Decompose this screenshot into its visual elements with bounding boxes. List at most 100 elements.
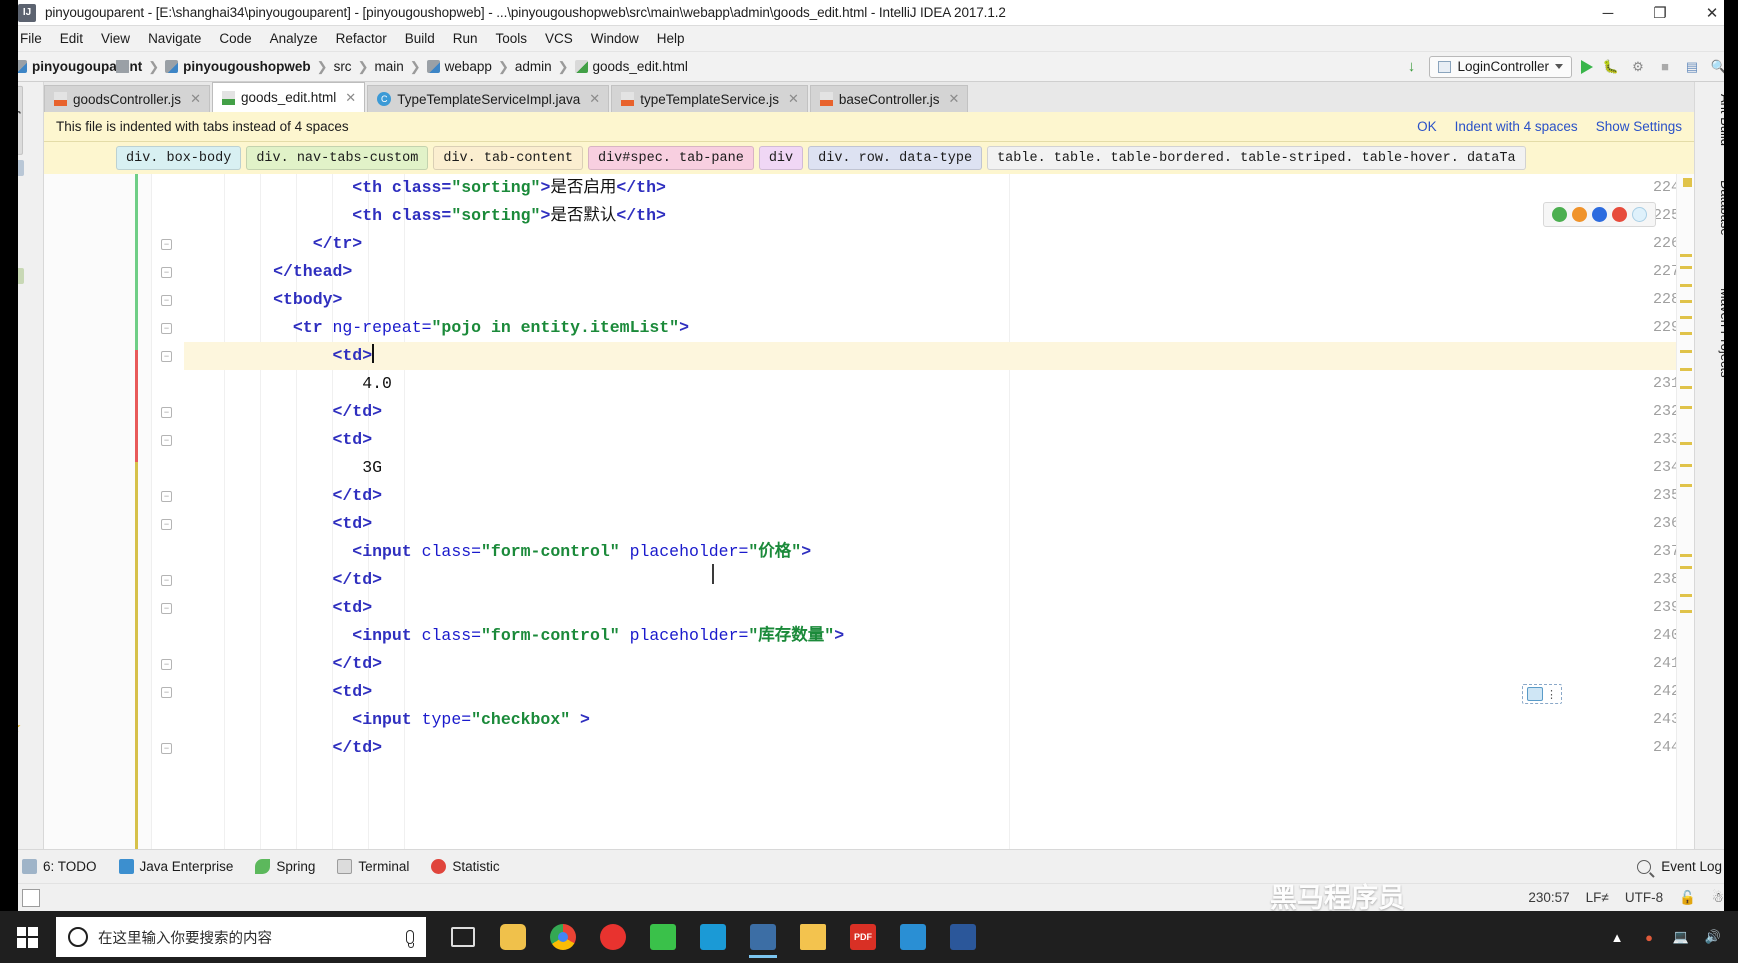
inspection-indicator-widget[interactable] xyxy=(1543,202,1656,227)
taskbar-app-explorer[interactable] xyxy=(790,914,836,960)
debug-icon[interactable]: 🐛 xyxy=(1602,58,1620,76)
code-crumb-div-row-data-type[interactable]: div. row. data-type xyxy=(808,146,983,170)
code-line[interactable]: </thead> xyxy=(184,258,352,286)
code-fold-toggle[interactable]: − xyxy=(160,678,173,706)
minimize-button[interactable]: ─ xyxy=(1582,0,1634,26)
menu-run[interactable]: Run xyxy=(444,29,487,48)
code-line[interactable]: <td> xyxy=(184,594,373,622)
code-editor[interactable]: 2242252262272282292302312322332342352362… xyxy=(44,174,1694,849)
code-fold-toggle[interactable]: − xyxy=(160,566,173,594)
menu-view[interactable]: View xyxy=(92,29,139,48)
code-fold-toggle[interactable]: − xyxy=(160,230,173,258)
editor-tab-typetemplateserviceimpl-java[interactable]: C TypeTemplateServiceImpl.java ✕ xyxy=(367,85,610,112)
volume-icon[interactable]: 🔊 xyxy=(1704,928,1722,946)
editor-code-area[interactable]: <th class="sorting">是否启用</th> <th class="… xyxy=(184,174,1694,849)
chevron-up-icon[interactable]: ▲ xyxy=(1608,928,1626,946)
editor-tab-typetemplateservice-js[interactable]: typeTemplateService.js ✕ xyxy=(611,85,808,112)
code-line[interactable]: </td> xyxy=(184,734,383,762)
code-fold-toggle[interactable]: − xyxy=(160,482,173,510)
code-line[interactable]: <td> xyxy=(184,426,373,454)
menu-analyze[interactable]: Analyze xyxy=(261,29,327,48)
taskbar-app-opera[interactable] xyxy=(590,914,636,960)
breadcrumb-src[interactable]: src xyxy=(116,59,352,74)
close-icon[interactable]: ✕ xyxy=(948,91,959,107)
code-line[interactable]: <th class="sorting">是否启用</th> xyxy=(184,174,666,202)
code-crumb-table[interactable]: table. table. table-bordered. table-stri… xyxy=(987,146,1526,170)
status-terminal[interactable]: Terminal xyxy=(337,859,409,874)
code-line[interactable]: <tbody> xyxy=(184,286,342,314)
taskbar-app-pdf[interactable]: PDF xyxy=(840,914,886,960)
start-button[interactable] xyxy=(0,911,54,963)
line-separator[interactable]: LF≠ xyxy=(1586,890,1609,905)
code-line[interactable]: 4.0 xyxy=(184,370,392,398)
taskbar-app-office[interactable] xyxy=(690,914,736,960)
code-crumb-div-tab-content[interactable]: div. tab-content xyxy=(433,146,583,170)
caret-position[interactable]: 230:57 xyxy=(1528,890,1569,905)
menu-edit[interactable]: Edit xyxy=(51,29,92,48)
task-view-icon[interactable] xyxy=(440,914,486,960)
breadcrumb-admin[interactable]: admin xyxy=(116,59,552,74)
inspection-level-widget[interactable]: ⋮ xyxy=(1522,684,1562,704)
code-line[interactable]: <td> xyxy=(184,342,375,370)
editor-tab-goods-edit-html[interactable]: goods_edit.html ✕ xyxy=(211,82,366,112)
code-fold-toggle[interactable]: − xyxy=(160,734,173,762)
code-crumb-div[interactable]: div xyxy=(758,146,804,170)
run-icon[interactable] xyxy=(1581,59,1593,74)
code-fold-toggle[interactable]: − xyxy=(160,286,173,314)
hector-inspection-icon[interactable]: ☃ xyxy=(1712,890,1724,906)
editor-tab-goodscontroller-js[interactable]: goodsController.js ✕ xyxy=(44,85,210,112)
code-fold-toggle[interactable]: − xyxy=(160,650,173,678)
close-icon[interactable]: ✕ xyxy=(589,91,600,107)
code-fold-toggle[interactable]: − xyxy=(160,426,173,454)
code-crumb-div-box-body[interactable]: div. box-body xyxy=(116,146,242,170)
notification-indent-link[interactable]: Indent with 4 spaces xyxy=(1455,119,1578,134)
menu-vcs[interactable]: VCS xyxy=(536,29,582,48)
code-line[interactable]: </td> xyxy=(184,650,383,678)
code-fold-toggle[interactable]: − xyxy=(160,258,173,286)
status-statistic[interactable]: Statistic xyxy=(431,859,500,874)
close-icon[interactable]: ✕ xyxy=(190,91,201,107)
toggle-layout-icon[interactable]: ▤ xyxy=(1683,58,1701,76)
stop-icon[interactable]: ■ xyxy=(1656,58,1674,76)
taskbar-app-chrome[interactable] xyxy=(540,914,586,960)
breadcrumb-goods-edit-html[interactable]: goods_edit.html xyxy=(574,59,688,74)
breadcrumb-main[interactable]: main xyxy=(116,59,404,74)
close-icon[interactable]: ✕ xyxy=(788,91,799,107)
code-line[interactable]: 3G xyxy=(184,454,382,482)
code-line[interactable]: <tr ng-repeat="pojo in entity.itemList"> xyxy=(184,314,689,342)
menu-tools[interactable]: Tools xyxy=(487,29,537,48)
code-fold-toggle[interactable]: − xyxy=(160,398,173,426)
menu-navigate[interactable]: Navigate xyxy=(139,29,210,48)
code-fold-toggle[interactable]: − xyxy=(160,594,173,622)
code-line[interactable]: <input class="form-control" placeholder=… xyxy=(184,538,811,566)
code-line[interactable]: </tr> xyxy=(184,230,363,258)
code-fold-toggle[interactable]: − xyxy=(160,510,173,538)
run-configuration-selector[interactable]: LoginController xyxy=(1429,55,1572,78)
download-update-icon[interactable]: ↓ xyxy=(1402,58,1420,76)
code-line[interactable]: <td> xyxy=(184,510,373,538)
read-only-toggle-icon[interactable]: 🔓 xyxy=(1679,890,1696,906)
editor-marker-bar[interactable] xyxy=(1676,174,1694,849)
status-todo[interactable]: 6: TODO xyxy=(22,859,97,874)
code-crumb-div-spec-tab-pane[interactable]: div#spec. tab-pane xyxy=(587,146,754,170)
menu-refactor[interactable]: Refactor xyxy=(327,29,396,48)
code-line[interactable]: <td> xyxy=(184,678,373,706)
code-line[interactable]: <th class="sorting">是否默认</th> xyxy=(184,202,666,230)
status-spring[interactable]: Spring xyxy=(255,859,315,874)
taskbar-app-idea[interactable] xyxy=(740,914,786,960)
code-line[interactable]: </td> xyxy=(184,566,383,594)
event-log-button[interactable]: Event Log xyxy=(1661,859,1722,874)
maximize-button[interactable]: ❐ xyxy=(1634,0,1686,26)
taskbar-app-word[interactable] xyxy=(940,914,986,960)
file-encoding[interactable]: UTF-8 xyxy=(1625,890,1663,905)
status-java-enterprise[interactable]: Java Enterprise xyxy=(118,859,233,874)
menu-build[interactable]: Build xyxy=(396,29,444,48)
run-with-coverage-icon[interactable]: ⚙ xyxy=(1629,58,1647,76)
code-line[interactable]: </td> xyxy=(184,482,383,510)
breadcrumb-pinyougoushopweb[interactable]: pinyougoushopweb xyxy=(165,59,311,74)
taskbar-search-box[interactable]: 在这里输入你要搜索的内容 xyxy=(56,917,426,957)
code-line[interactable]: </td> xyxy=(184,398,383,426)
code-line[interactable]: <input type="checkbox" > xyxy=(184,706,590,734)
microphone-icon[interactable] xyxy=(406,930,414,948)
close-icon[interactable]: ✕ xyxy=(345,90,356,106)
